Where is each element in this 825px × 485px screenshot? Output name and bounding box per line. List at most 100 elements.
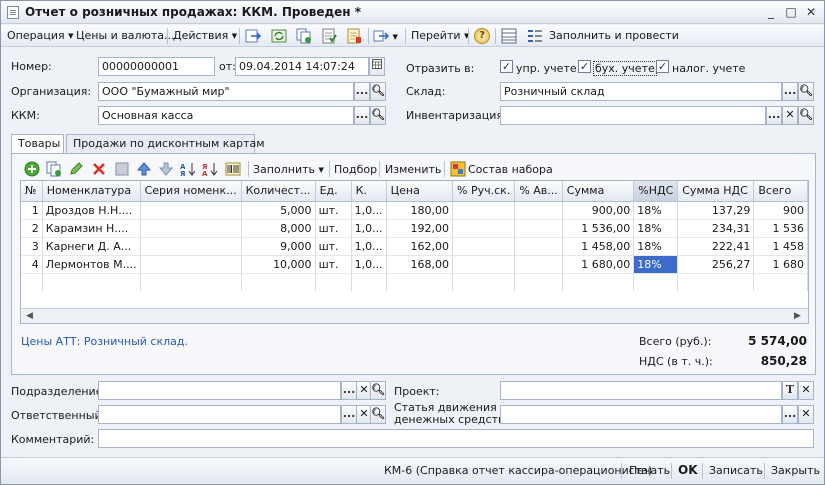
- table-cell[interactable]: [514, 201, 563, 220]
- kkm-open-button[interactable]: 🔍︎: [370, 106, 386, 125]
- organization-select-button[interactable]: ...: [354, 82, 370, 101]
- move-to-folder-icon[interactable]: [245, 28, 261, 44]
- prices-currency-button[interactable]: Цены и валюта...: [76, 28, 174, 44]
- close-window-button[interactable]: ✕: [803, 5, 819, 20]
- table-cell[interactable]: 1 536,00: [562, 219, 635, 238]
- table-cell[interactable]: [140, 237, 242, 256]
- table-cell[interactable]: 1 680: [753, 255, 808, 274]
- table-cell[interactable]: 180,00: [386, 201, 454, 220]
- table-cell[interactable]: 168,00: [386, 255, 454, 274]
- tax-accounting-checkbox[interactable]: ✓: [656, 60, 669, 73]
- table-cell[interactable]: 18%: [633, 219, 679, 238]
- help-icon[interactable]: ?: [474, 28, 490, 44]
- copy-row-icon[interactable]: [46, 161, 62, 177]
- table-cell[interactable]: 1 458,00: [562, 237, 635, 256]
- table-cell[interactable]: 900,00: [562, 201, 635, 220]
- column-header[interactable]: % Руч.ск.: [452, 181, 516, 202]
- column-header[interactable]: %НДС: [633, 181, 679, 202]
- table-cell[interactable]: Карнеги Д. А...: [42, 237, 141, 256]
- table-cell[interactable]: 222,41: [677, 237, 755, 256]
- table-cell[interactable]: [452, 219, 516, 238]
- column-header[interactable]: Сумма НДС: [677, 181, 755, 202]
- table-cell[interactable]: Дроздов Н.Н....: [42, 201, 141, 220]
- mgmt-accounting-checkbox[interactable]: ✓: [500, 60, 513, 73]
- table-cell[interactable]: 256,27: [677, 255, 755, 274]
- inventory-open-button[interactable]: 🔍︎: [798, 106, 814, 125]
- table-cell[interactable]: 1 680,00: [562, 255, 635, 274]
- division-open-button[interactable]: 🔍︎: [370, 381, 386, 400]
- project-type-button[interactable]: T: [782, 381, 798, 400]
- table-cell[interactable]: [514, 219, 563, 238]
- responsible-open-button[interactable]: 🔍︎: [370, 405, 386, 424]
- table-cell[interactable]: [514, 237, 563, 256]
- inventory-clear-button[interactable]: ✕: [782, 106, 798, 125]
- calendar-button[interactable]: [369, 57, 385, 76]
- unpost-document-icon[interactable]: [346, 28, 362, 44]
- cashflow-select-button[interactable]: ...: [782, 405, 798, 424]
- table-cell[interactable]: Карамзин Н....: [42, 219, 141, 238]
- project-clear-button[interactable]: ✕: [798, 381, 814, 400]
- table-cell[interactable]: 8,000: [241, 219, 316, 238]
- table-cell[interactable]: 162,00: [386, 237, 454, 256]
- table-row[interactable]: 4 Лермонтов М.... 10,000 шт. 1,0... 168,00 1 6…: [21, 255, 808, 274]
- column-header[interactable]: Количест...: [241, 181, 316, 202]
- goto-menu[interactable]: Перейти ▼: [411, 28, 469, 44]
- move-up-icon[interactable]: [136, 161, 152, 177]
- table-cell[interactable]: 900: [753, 201, 808, 220]
- barcode-icon[interactable]: [225, 161, 241, 177]
- column-header[interactable]: Номенклатура: [42, 181, 141, 202]
- select-items-button[interactable]: Подбор: [334, 163, 377, 176]
- table-cell[interactable]: 1,0...: [351, 237, 387, 256]
- table-cell[interactable]: 1,0...: [351, 201, 387, 220]
- warehouse-field[interactable]: Розничный склад: [500, 82, 782, 101]
- ok-button[interactable]: OK: [678, 463, 698, 477]
- project-field[interactable]: [500, 381, 782, 400]
- table-row[interactable]: 2 Карамзин Н.... 8,000 шт. 1,0... 192,00 1 536…: [21, 219, 808, 238]
- table-cell[interactable]: 192,00: [386, 219, 454, 238]
- table-cell[interactable]: Лермонтов М....: [42, 255, 141, 274]
- table-row[interactable]: 1 Дроздов Н.Н.... 5,000 шт. 1,0... 180,00 900,…: [21, 201, 808, 220]
- table-cell[interactable]: 1,0...: [351, 219, 387, 238]
- cashflow-clear-button[interactable]: ✕: [798, 405, 814, 424]
- maximize-button[interactable]: □: [783, 5, 799, 20]
- organization-open-button[interactable]: 🔍︎: [370, 82, 386, 101]
- table-cell[interactable]: [452, 201, 516, 220]
- table-cell[interactable]: 1,0...: [351, 255, 387, 274]
- table-cell[interactable]: [140, 219, 242, 238]
- bookkeeping-checkbox[interactable]: ✓: [578, 60, 591, 73]
- change-button[interactable]: Изменить: [385, 163, 441, 176]
- column-header[interactable]: №: [21, 181, 43, 202]
- end-edit-icon[interactable]: [114, 161, 130, 177]
- warehouse-open-button[interactable]: 🔍︎: [798, 82, 814, 101]
- kit-composition-icon[interactable]: [450, 161, 466, 177]
- table-cell[interactable]: 137,29: [677, 201, 755, 220]
- copy-document-icon[interactable]: [296, 28, 312, 44]
- cashflow-field[interactable]: [500, 405, 782, 424]
- save-button[interactable]: Записать: [709, 464, 763, 477]
- table-cell[interactable]: 5,000: [241, 201, 316, 220]
- minimize-button[interactable]: _: [763, 5, 779, 20]
- kit-composition-button[interactable]: Состав набора: [468, 163, 553, 176]
- column-header[interactable]: Серия номенк...: [140, 181, 242, 202]
- close-button[interactable]: Закрыть: [771, 464, 820, 477]
- table-cell[interactable]: 2: [21, 219, 43, 238]
- price-type-note[interactable]: Цены АТТ: Розничный склад.: [21, 335, 188, 348]
- fill-and-post-button[interactable]: Заполнить и провести: [549, 28, 679, 44]
- table-cell[interactable]: 10,000: [241, 255, 316, 274]
- table-cell[interactable]: 1 458: [753, 237, 808, 256]
- sort-descending-icon[interactable]: ЯA: [202, 161, 218, 177]
- move-down-icon[interactable]: [158, 161, 174, 177]
- table-cell[interactable]: [140, 201, 242, 220]
- comment-field[interactable]: [98, 429, 814, 448]
- km6-print-form-button[interactable]: КМ-6 (Справка отчет кассира-операционист…: [384, 464, 652, 477]
- table-cell[interactable]: [140, 255, 242, 274]
- division-select-button[interactable]: ...: [341, 381, 357, 400]
- column-header[interactable]: % Ав...: [514, 181, 563, 202]
- number-field[interactable]: 00000000001: [98, 57, 215, 76]
- post-document-icon[interactable]: [321, 28, 337, 44]
- add-row-icon[interactable]: [24, 161, 40, 177]
- table-cell[interactable]: [514, 255, 563, 274]
- kkm-field[interactable]: Основная касса: [98, 106, 354, 125]
- refresh-icon[interactable]: [271, 28, 287, 44]
- scroll-left-icon[interactable]: ◀: [24, 311, 35, 322]
